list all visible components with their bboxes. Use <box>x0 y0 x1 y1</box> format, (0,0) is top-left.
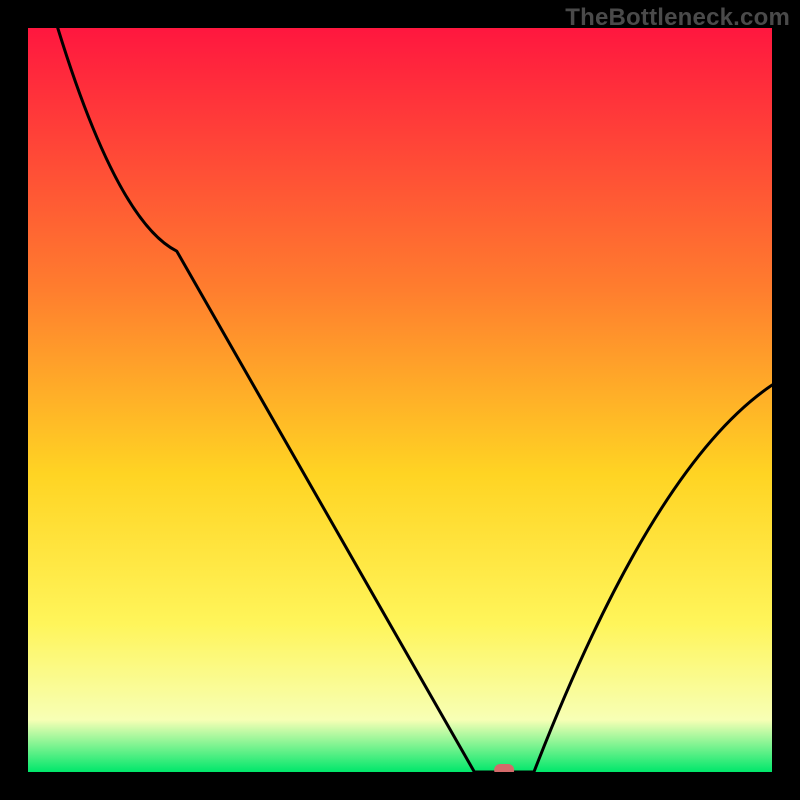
plot-area <box>28 28 772 772</box>
chart-frame: TheBottleneck.com <box>0 0 800 800</box>
watermark-text: TheBottleneck.com <box>565 4 790 32</box>
gradient-background <box>28 28 772 772</box>
bottleneck-chart <box>28 28 772 772</box>
optimum-marker <box>494 764 514 772</box>
